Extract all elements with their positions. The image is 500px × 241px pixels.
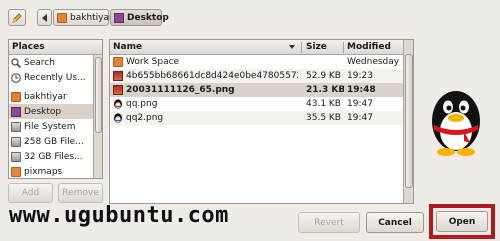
- desktop-icon: [114, 12, 124, 23]
- home-folder-icon: [57, 12, 67, 23]
- watermark: www.ugubuntu.com: [9, 203, 229, 228]
- place-label: pixmaps: [24, 166, 63, 177]
- open-button[interactable]: Open: [436, 211, 488, 232]
- file-row[interactable]: qq2.png 35.5 KB 19:47: [110, 111, 403, 125]
- remove-bookmark-button[interactable]: Remove: [58, 183, 103, 203]
- file-row-selected[interactable]: 20031111126_65.png 21.3 KB 19:48: [110, 83, 403, 97]
- file-rows: Work Space Wednesday 4b655bb68661dc8d424…: [110, 55, 403, 125]
- back-button[interactable]: [37, 9, 52, 26]
- file-size: 35.5 KB: [306, 113, 341, 123]
- place-label: 32 GB Files...: [24, 151, 83, 162]
- place-volume-32[interactable]: 32 GB Files...: [9, 149, 93, 164]
- place-label: bakhtiyar: [24, 91, 67, 102]
- column-separator: [301, 42, 302, 53]
- file-name: qq.png: [126, 99, 158, 109]
- places-header[interactable]: Places: [9, 40, 102, 55]
- place-filesystem[interactable]: File System: [9, 119, 93, 134]
- places-scrollbar[interactable]: [93, 55, 102, 178]
- file-size: 21.3 KB: [306, 85, 344, 95]
- file-name: qq2.png: [126, 113, 164, 123]
- sort-arrow-icon: [289, 45, 295, 49]
- file-size: 52.9 KB: [306, 71, 341, 81]
- column-name[interactable]: Name: [113, 40, 297, 55]
- search-icon: [11, 57, 21, 68]
- places-list: Search Recently Us... bakhtiyar Desktop …: [9, 55, 93, 178]
- drive-icon: [11, 136, 21, 147]
- place-label: Recently Us...: [24, 72, 86, 83]
- penguin-icon: [114, 99, 122, 109]
- file-size: 43.1 KB: [306, 99, 341, 109]
- place-home[interactable]: bakhtiyar: [9, 89, 93, 104]
- crumb-desktop[interactable]: Desktop: [110, 9, 169, 26]
- home-folder-icon: [11, 91, 21, 102]
- image-icon: [113, 71, 123, 81]
- edit-location-button[interactable]: [8, 9, 26, 26]
- file-row[interactable]: qq.png 43.1 KB 19:47: [110, 97, 403, 111]
- file-modified: Wednesday: [347, 57, 400, 67]
- pencil-icon: [12, 12, 22, 23]
- file-modified: 19:48: [347, 85, 376, 95]
- place-pixmaps[interactable]: pixmaps: [9, 164, 93, 178]
- folder-icon: [11, 166, 21, 177]
- crumb-desktop-label: Desktop: [127, 12, 169, 23]
- file-modified: 19:23: [347, 71, 373, 81]
- file-list: Name Size Modified Work Space Wednesday …: [109, 39, 414, 204]
- column-modified[interactable]: Modified: [347, 40, 405, 55]
- crumb-home[interactable]: bakhtiyar: [53, 9, 113, 26]
- file-name: 20031111126_65.png: [126, 85, 235, 95]
- place-recent[interactable]: Recently Us...: [9, 70, 93, 85]
- file-list-header: Name Size Modified: [110, 40, 413, 55]
- crumb-home-label: bakhtiyar: [70, 12, 113, 23]
- file-name: Work Space: [126, 57, 180, 67]
- file-row[interactable]: 4b655bb68661dc8d424e0be478055720 52.9 KB…: [110, 69, 403, 83]
- place-volume-258[interactable]: 258 GB File...: [9, 134, 93, 149]
- places-panel: Places Search Recently Us... bakhtiyar D…: [8, 39, 103, 179]
- penguin-icon: [114, 113, 122, 123]
- cancel-button[interactable]: Cancel: [366, 212, 424, 233]
- revert-button[interactable]: Revert: [298, 212, 360, 233]
- drive-icon: [11, 151, 21, 162]
- file-list-scrollbar[interactable]: [403, 40, 413, 203]
- file-modified: 19:47: [347, 113, 373, 123]
- column-separator: [343, 42, 344, 53]
- file-row[interactable]: Work Space Wednesday: [110, 55, 403, 69]
- drive-icon: [11, 121, 21, 132]
- places-scroll-thumb[interactable]: [95, 57, 102, 133]
- file-list-scroll-thumb[interactable]: [405, 54, 413, 188]
- left-arrow-icon: [41, 13, 47, 22]
- preview-image: [432, 91, 480, 156]
- place-label: File System: [24, 121, 76, 132]
- place-search[interactable]: Search: [9, 55, 93, 70]
- column-size[interactable]: Size: [306, 40, 346, 55]
- place-label: 258 GB File...: [24, 136, 84, 147]
- place-label: Search: [24, 57, 55, 68]
- desktop-icon: [11, 106, 21, 117]
- file-modified: 19:47: [347, 99, 373, 109]
- folder-icon: [113, 57, 123, 67]
- image-icon: [113, 85, 123, 95]
- place-label: Desktop: [24, 106, 62, 117]
- recent-icon: [11, 72, 21, 83]
- place-desktop[interactable]: Desktop: [9, 104, 93, 119]
- file-name: 4b655bb68661dc8d424e0be478055720: [126, 71, 298, 81]
- add-bookmark-button[interactable]: Add: [8, 183, 53, 203]
